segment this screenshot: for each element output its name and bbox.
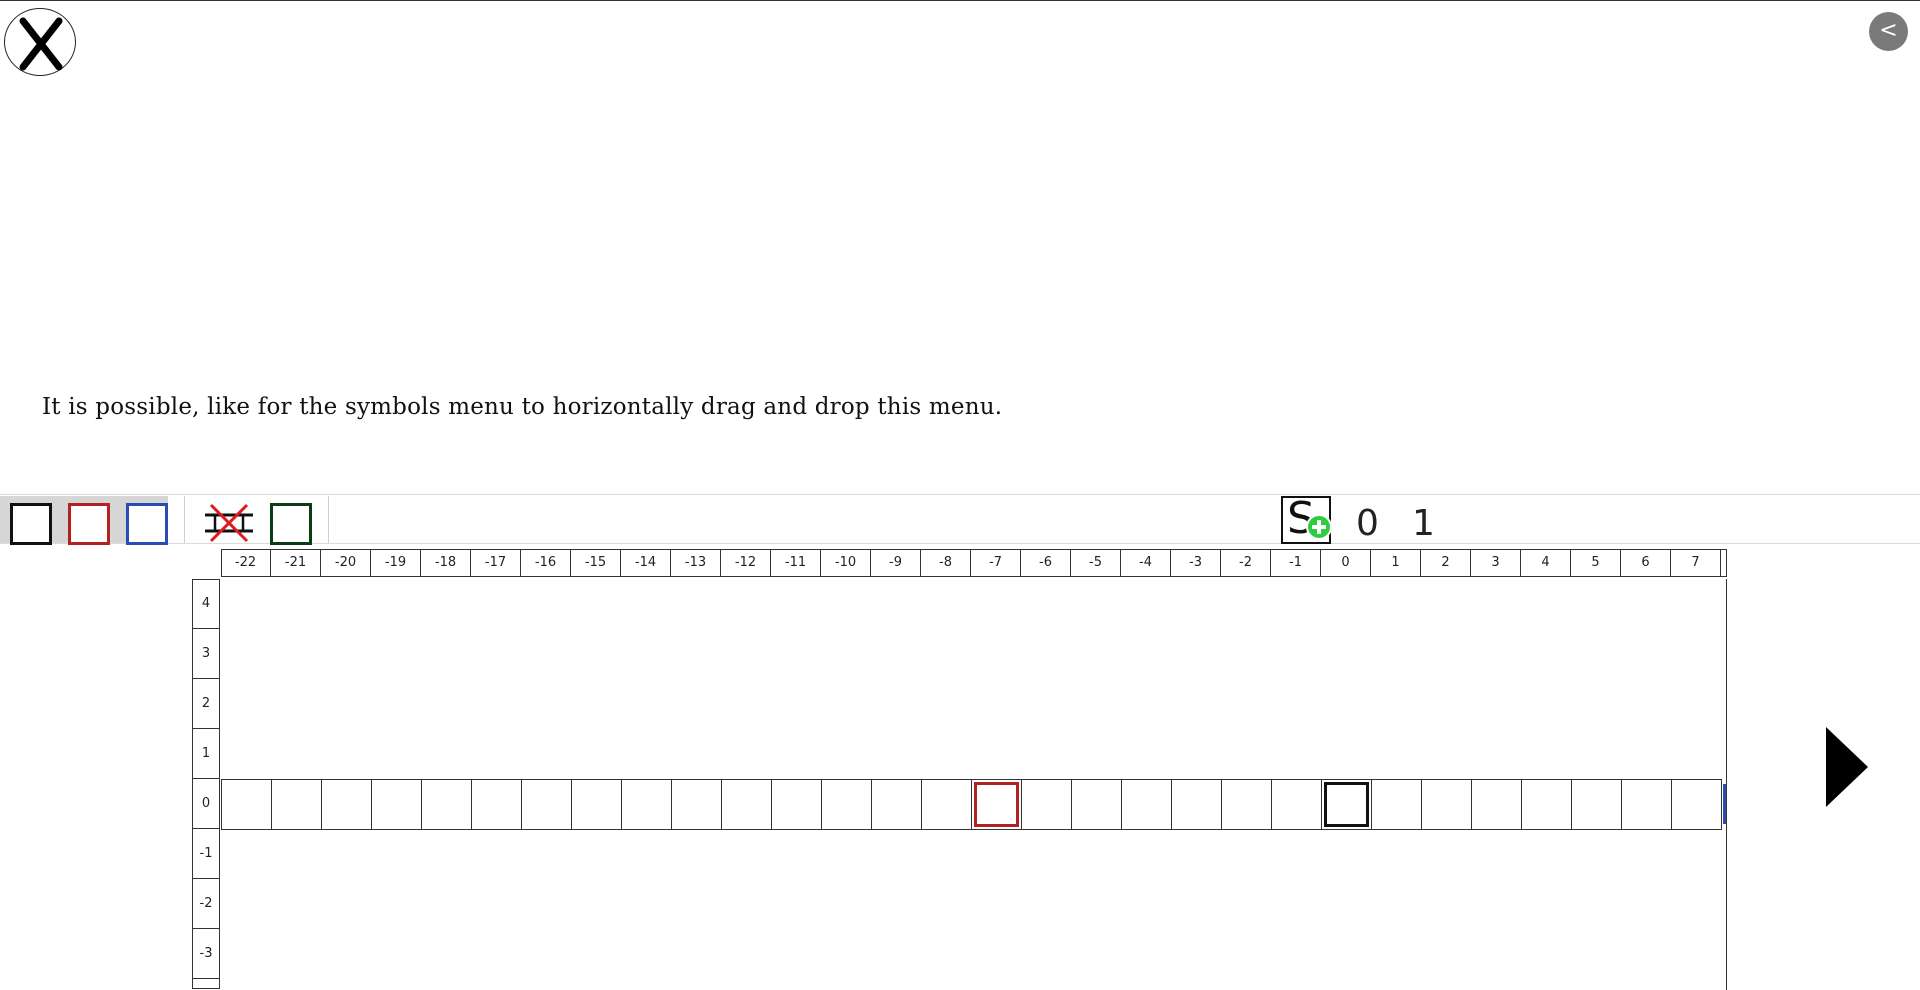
column-label: 1 <box>1371 549 1421 577</box>
row-label: 0 <box>192 779 220 829</box>
column-label: -17 <box>471 549 521 577</box>
tape-cell[interactable] <box>921 779 972 830</box>
column-label: 5 <box>1571 549 1621 577</box>
column-label: 2 <box>1421 549 1471 577</box>
column-label: -10 <box>821 549 871 577</box>
tape-cell[interactable] <box>1071 779 1122 830</box>
column-label: -4 <box>1121 549 1171 577</box>
column-label: -2 <box>1221 549 1271 577</box>
tape-cell[interactable] <box>471 779 522 830</box>
tape-cell[interactable] <box>821 779 872 830</box>
instruction-text: It is possible, like for the symbols men… <box>42 394 1003 420</box>
column-label: -12 <box>721 549 771 577</box>
tape-cell[interactable] <box>1421 779 1472 830</box>
row-label: -3 <box>192 929 220 979</box>
symbol-green-square[interactable] <box>270 503 312 545</box>
row-label: -2 <box>192 879 220 929</box>
tape-cell[interactable] <box>571 779 622 830</box>
tape-symbol[interactable] <box>1324 782 1369 827</box>
column-label: -1 <box>1271 549 1321 577</box>
toolbar-divider <box>328 496 329 543</box>
symbol-blue-square[interactable] <box>126 503 168 545</box>
tape-cell[interactable] <box>871 779 922 830</box>
row-label: 2 <box>192 679 220 729</box>
tape-symbol[interactable] <box>974 782 1019 827</box>
delete-tape-button[interactable] <box>203 501 255 543</box>
next-button[interactable] <box>1826 727 1868 807</box>
column-label: -14 <box>621 549 671 577</box>
tape-cell[interactable] <box>771 779 822 830</box>
tape-cell[interactable] <box>671 779 722 830</box>
column-label: 0 <box>1321 549 1371 577</box>
row-label: 1 <box>192 729 220 779</box>
tape-cell[interactable] <box>321 779 372 830</box>
tape-cell[interactable] <box>271 779 322 830</box>
tape-cell[interactable] <box>521 779 572 830</box>
close-button[interactable] <box>4 8 76 76</box>
tape-cell[interactable] <box>1571 779 1622 830</box>
column-label: -7 <box>971 549 1021 577</box>
tape-cell[interactable] <box>1171 779 1222 830</box>
column-label: -11 <box>771 549 821 577</box>
column-label: -6 <box>1021 549 1071 577</box>
tape-cell[interactable] <box>371 779 422 830</box>
row-label: 3 <box>192 629 220 679</box>
column-label: -16 <box>521 549 571 577</box>
column-label: -22 <box>221 549 271 577</box>
symbols-toolbar[interactable]: S 0 1 <box>0 494 1920 545</box>
row-label: -1 <box>192 829 220 879</box>
tape-cell[interactable] <box>1621 779 1672 830</box>
column-label: -9 <box>871 549 921 577</box>
x-icon <box>19 17 63 71</box>
tape-cell[interactable] <box>1021 779 1072 830</box>
column-label: 3 <box>1471 549 1521 577</box>
tape-cell[interactable] <box>1121 779 1172 830</box>
state-1[interactable]: 1 <box>1412 503 1435 544</box>
toolbar-divider <box>184 496 185 543</box>
tape-cell[interactable] <box>1271 779 1322 830</box>
back-button[interactable]: < <box>1869 12 1908 51</box>
plus-circle-icon <box>1306 514 1332 540</box>
tape-cell-edge[interactable] <box>1723 784 1726 824</box>
column-label: 4 <box>1521 549 1571 577</box>
column-label: -15 <box>571 549 621 577</box>
column-label: -8 <box>921 549 971 577</box>
tape-cell[interactable] <box>221 779 272 830</box>
column-label: -18 <box>421 549 471 577</box>
column-label: -3 <box>1171 549 1221 577</box>
tape-cell[interactable] <box>1371 779 1422 830</box>
tape-cell[interactable] <box>621 779 672 830</box>
tape-cell[interactable] <box>1221 779 1272 830</box>
symbol-black-square[interactable] <box>10 503 52 545</box>
tape-cell[interactable] <box>1671 779 1722 830</box>
tape-cell[interactable] <box>1521 779 1572 830</box>
column-label: 7 <box>1671 549 1721 577</box>
column-label: -19 <box>371 549 421 577</box>
column-label: -20 <box>321 549 371 577</box>
column-label: -13 <box>671 549 721 577</box>
row-label: 4 <box>192 579 220 629</box>
state-0[interactable]: 0 <box>1356 503 1379 544</box>
column-label: -21 <box>271 549 321 577</box>
tape-cell[interactable] <box>1471 779 1522 830</box>
add-state-button[interactable]: S <box>1281 494 1332 544</box>
delete-tape-icon <box>205 503 253 543</box>
column-label: 6 <box>1621 549 1671 577</box>
tape-cell[interactable] <box>421 779 472 830</box>
symbol-red-square[interactable] <box>68 503 110 545</box>
tape-cell[interactable] <box>721 779 772 830</box>
column-label: -5 <box>1071 549 1121 577</box>
